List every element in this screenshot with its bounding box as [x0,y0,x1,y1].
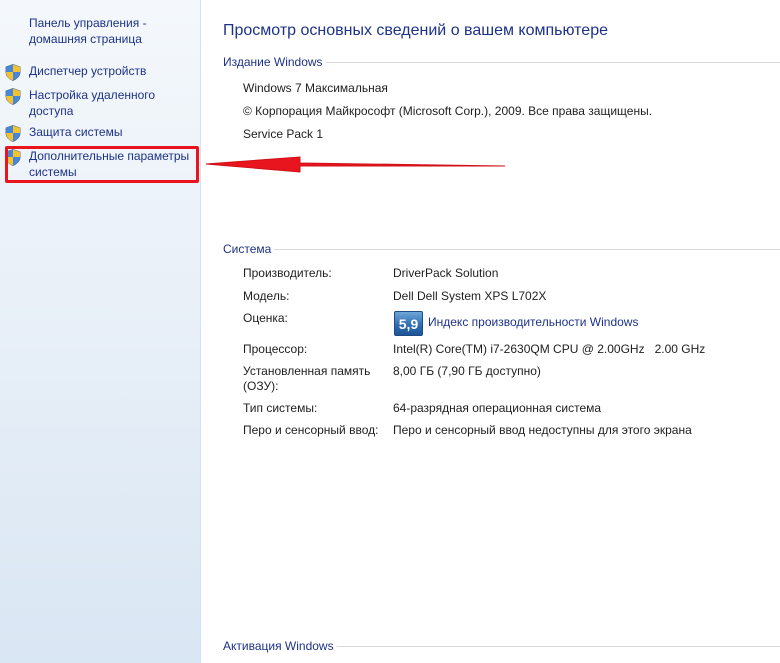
section-divider [325,61,780,63]
processor-value: Intel(R) Core(TM) i7-2630QM CPU @ 2.00GH… [393,342,706,356]
manufacturer-value: DriverPack Solution [393,266,499,280]
sidebar-item-label: Настройка удаленного доступа [29,88,156,118]
performance-score-badge[interactable]: 5,9 [394,311,423,336]
rating-label: Оценка: [243,311,288,325]
memory-value: 8,00 ГБ (7,90 ГБ доступно) [393,364,541,378]
arrow-shape [205,156,506,173]
section-divider [336,645,780,647]
sidebar-item-label: Диспетчер устройств [29,64,147,78]
section-windows-activation: Активация Windows [223,639,780,653]
sidebar-item-label: Защита системы [29,125,123,139]
processor-label: Процессор: [243,342,308,356]
pen-touch-value: Перо и сенсорный ввод недоступны для это… [393,423,692,437]
system-type-value: 64-разрядная операционная система [393,401,602,415]
windows-experience-index-link[interactable]: Индекс производительности Windows [428,315,638,329]
model-label: Модель: [243,289,290,303]
copyright-text: © Корпорация Майкрософт (Microsoft Corp.… [243,104,653,118]
uac-shield-icon [5,88,21,105]
system-type-label: Тип системы: [243,401,318,415]
uac-shield-icon [5,125,21,142]
section-header: Активация Windows [223,639,334,653]
pen-touch-label: Перо и сенсорный ввод: [243,423,379,437]
model-value: Dell Dell System XPS L702X [393,289,547,303]
windows-edition-name: Windows 7 Максимальная [243,81,388,95]
section-header: Издание Windows [223,55,323,69]
service-pack: Service Pack 1 [243,127,324,141]
sidebar-item-system-protection[interactable]: Защита системы [5,124,195,142]
left-navigation-pane: Панель управления - домашняя страница Ди… [0,0,201,663]
uac-shield-icon [5,64,21,81]
page-title: Просмотр основных сведений о вашем компь… [223,22,608,39]
memory-label: Установленная память (ОЗУ): [243,364,371,393]
manufacturer-label: Производитель: [243,266,332,280]
sidebar-item-remote-settings[interactable]: Настройка удаленного доступа [5,87,195,119]
section-system: Система [223,242,780,256]
section-divider [274,248,780,250]
control-panel-home-link[interactable]: Панель управления - домашняя страница [29,15,189,47]
section-windows-edition: Издание Windows [223,55,780,69]
section-header: Система [223,242,272,256]
red-highlight-box [5,146,199,183]
sidebar-item-device-manager[interactable]: Диспетчер устройств [5,63,195,81]
